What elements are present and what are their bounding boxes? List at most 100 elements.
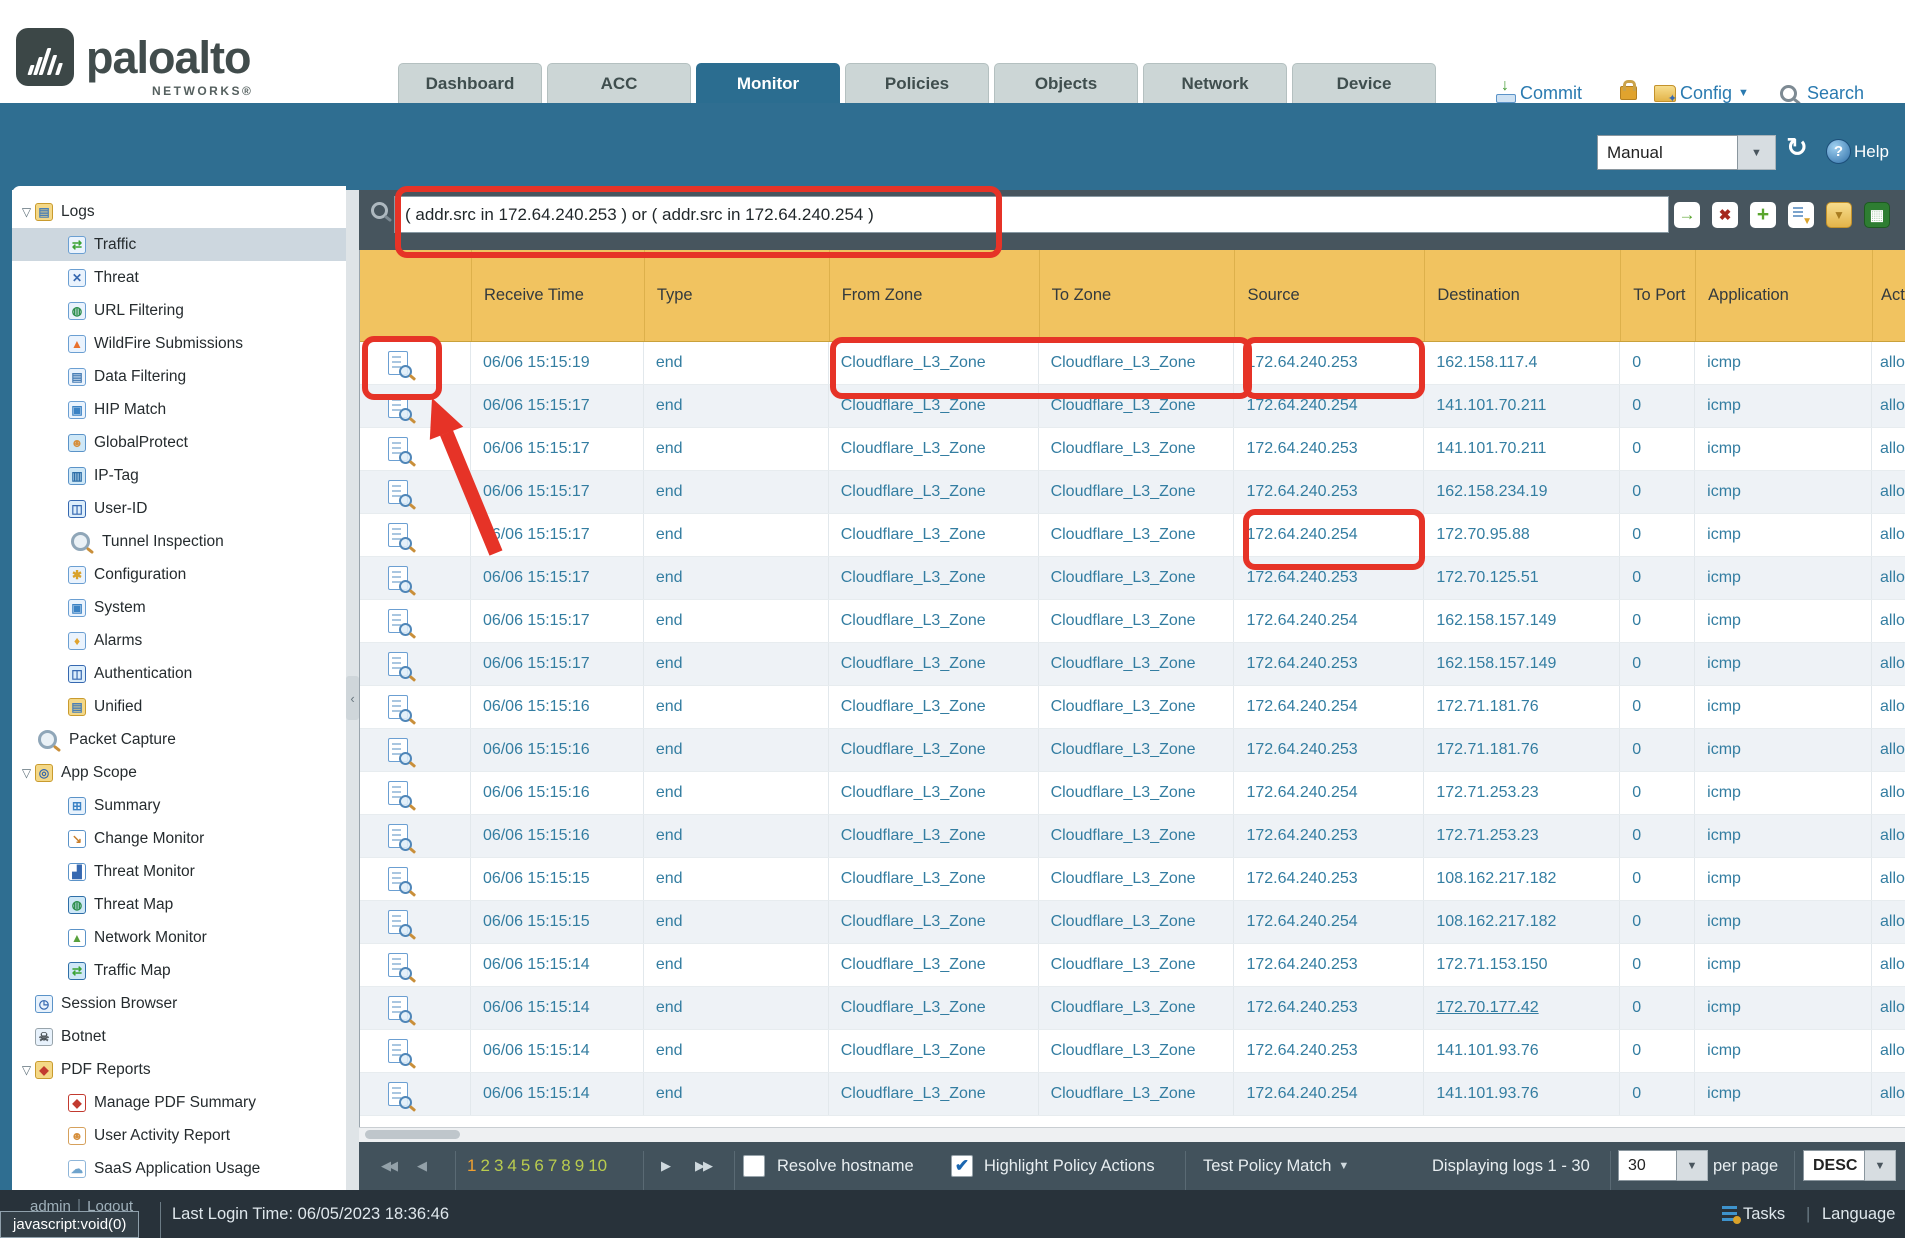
sidebar-item-system[interactable]: ▣System	[12, 591, 346, 624]
table-row[interactable]: 06/06 15:15:14endCloudflare_L3_ZoneCloud…	[360, 944, 1905, 987]
sidebar-item-data-filtering[interactable]: ▤Data Filtering	[12, 360, 346, 393]
column-header-detail[interactable]	[360, 250, 471, 341]
table-row[interactable]: 06/06 15:15:17endCloudflare_L3_ZoneCloud…	[360, 600, 1905, 643]
sidebar-item-logs[interactable]: ▽▤Logs	[12, 195, 346, 228]
table-row[interactable]: 06/06 15:15:14endCloudflare_L3_ZoneCloud…	[360, 1073, 1905, 1116]
tab-network[interactable]: Network	[1143, 63, 1287, 103]
last-page-button[interactable]: ▶▶	[695, 1142, 711, 1190]
table-row[interactable]: 06/06 15:15:16endCloudflare_L3_ZoneCloud…	[360, 729, 1905, 772]
log-detail-icon[interactable]	[388, 652, 408, 676]
page-number-6[interactable]: 6	[534, 1156, 543, 1176]
sidebar-item-threat-monitor[interactable]: ▟Threat Monitor	[12, 855, 346, 888]
sidebar-item-traffic-map[interactable]: ⇄Traffic Map	[12, 954, 346, 987]
clear-filter-icon[interactable]: ✖	[1712, 202, 1738, 228]
tab-monitor[interactable]: Monitor	[696, 63, 840, 103]
column-header-type[interactable]: Type	[644, 250, 829, 341]
next-page-button[interactable]: ▶	[661, 1142, 669, 1190]
page-number-4[interactable]: 4	[507, 1156, 516, 1176]
column-header-to-port[interactable]: To Port	[1620, 250, 1695, 341]
log-detail-icon[interactable]	[388, 480, 408, 504]
sidebar-item-summary[interactable]: ⊞Summary	[12, 789, 346, 822]
sidebar-item-saas-application-usage[interactable]: ☁SaaS Application Usage	[12, 1152, 346, 1185]
sidebar-item-user-id[interactable]: ◫User-ID	[12, 492, 346, 525]
refresh-mode-dropdown-arrow[interactable]: ▼	[1738, 135, 1776, 170]
add-filter-icon[interactable]: +	[1750, 202, 1776, 228]
sidebar-item-user-activity-report[interactable]: ☻User Activity Report	[12, 1119, 346, 1152]
tab-device[interactable]: Device	[1292, 63, 1436, 103]
page-number-1[interactable]: 1	[467, 1156, 476, 1176]
cell-destination[interactable]: 172.70.177.42	[1424, 987, 1620, 1029]
page-number-7[interactable]: 7	[548, 1156, 557, 1176]
page-number-8[interactable]: 8	[561, 1156, 570, 1176]
log-detail-icon[interactable]	[388, 523, 408, 547]
table-row[interactable]: 06/06 15:15:17endCloudflare_L3_ZoneCloud…	[360, 385, 1905, 428]
expand-caret-icon[interactable]: ▽	[18, 205, 35, 219]
sidebar-item-ip-tag[interactable]: ▥IP-Tag	[12, 459, 346, 492]
tab-objects[interactable]: Objects	[994, 63, 1138, 103]
refresh-icon[interactable]: ↻	[1786, 133, 1808, 163]
column-header-to-zone[interactable]: To Zone	[1039, 250, 1235, 341]
help-button[interactable]: ? Help	[1826, 139, 1889, 164]
table-row[interactable]: 06/06 15:15:16endCloudflare_L3_ZoneCloud…	[360, 772, 1905, 815]
column-header-source[interactable]: Source	[1234, 250, 1424, 341]
sort-order-dropdown-arrow[interactable]: ▼	[1865, 1150, 1896, 1181]
first-page-button[interactable]: ◀◀	[381, 1142, 395, 1190]
log-detail-icon[interactable]	[388, 781, 408, 805]
sidebar-item-hip-match[interactable]: ▣HIP Match	[12, 393, 346, 426]
log-detail-icon[interactable]	[388, 867, 408, 891]
sort-order-select[interactable]: DESC ▼	[1803, 1150, 1896, 1181]
page-number-2[interactable]: 2	[480, 1156, 489, 1176]
sidebar-item-configuration[interactable]: ✱Configuration	[12, 558, 346, 591]
load-filter-icon[interactable]	[1826, 202, 1852, 228]
log-detail-icon[interactable]	[388, 910, 408, 934]
tab-acc[interactable]: ACC	[547, 63, 691, 103]
sidebar-item-unified[interactable]: ▤Unified	[12, 690, 346, 723]
sidebar-collapse-handle[interactable]: ‹	[346, 676, 359, 720]
table-row[interactable]: 06/06 15:15:16endCloudflare_L3_ZoneCloud…	[360, 686, 1905, 729]
log-filter-input[interactable]	[394, 196, 1669, 233]
sidebar-item-threat-map[interactable]: ◍Threat Map	[12, 888, 346, 921]
page-number-5[interactable]: 5	[521, 1156, 530, 1176]
table-row[interactable]: 06/06 15:15:17endCloudflare_L3_ZoneCloud…	[360, 514, 1905, 557]
column-header-action[interactable]: Action	[1872, 250, 1905, 341]
prev-page-button[interactable]: ◀	[417, 1142, 424, 1190]
highlight-policy-actions-checkbox[interactable]	[951, 1155, 973, 1177]
table-row[interactable]: 06/06 15:15:17endCloudflare_L3_ZoneCloud…	[360, 557, 1905, 600]
tasks-button[interactable]: Tasks	[1722, 1190, 1785, 1238]
log-detail-icon[interactable]	[388, 953, 408, 977]
page-number-10[interactable]: 10	[588, 1156, 607, 1176]
table-row[interactable]: 06/06 15:15:15endCloudflare_L3_ZoneCloud…	[360, 901, 1905, 944]
log-detail-icon[interactable]	[388, 437, 408, 461]
horizontal-scrollbar-thumb[interactable]	[365, 1130, 460, 1139]
table-row[interactable]: 06/06 15:15:14endCloudflare_L3_ZoneCloud…	[360, 1030, 1905, 1073]
expand-caret-icon[interactable]: ▽	[18, 1063, 35, 1077]
tab-policies[interactable]: Policies	[845, 63, 989, 103]
sidebar-item-session-browser[interactable]: ◷Session Browser	[12, 987, 346, 1020]
table-row[interactable]: 06/06 15:15:16endCloudflare_L3_ZoneCloud…	[360, 815, 1905, 858]
per-page-dropdown-arrow[interactable]: ▼	[1677, 1150, 1708, 1181]
filter-builder-icon[interactable]	[1788, 202, 1814, 228]
log-detail-icon[interactable]	[388, 609, 408, 633]
page-number-3[interactable]: 3	[494, 1156, 503, 1176]
table-row[interactable]: 06/06 15:15:19endCloudflare_L3_ZoneCloud…	[360, 342, 1905, 385]
column-header-receive-time[interactable]: Receive Time	[471, 250, 644, 341]
log-detail-icon[interactable]	[388, 566, 408, 590]
sidebar-item-authentication[interactable]: ◫Authentication	[12, 657, 346, 690]
table-row[interactable]: 06/06 15:15:14endCloudflare_L3_ZoneCloud…	[360, 987, 1905, 1030]
column-header-application[interactable]: Application	[1695, 250, 1872, 341]
sidebar-item-threat[interactable]: ✕Threat	[12, 261, 346, 294]
column-header-destination[interactable]: Destination	[1424, 250, 1620, 341]
sidebar-item-traffic[interactable]: ⇄Traffic	[12, 228, 346, 261]
export-icon[interactable]: ▦	[1864, 202, 1890, 228]
log-detail-icon[interactable]	[388, 996, 408, 1020]
page-number-9[interactable]: 9	[575, 1156, 584, 1176]
sidebar-item-tunnel-inspection[interactable]: Tunnel Inspection	[12, 525, 346, 558]
log-detail-icon[interactable]	[388, 695, 408, 719]
apply-filter-icon[interactable]: →	[1674, 202, 1700, 228]
sidebar-item-globalprotect[interactable]: ☻GlobalProtect	[12, 426, 346, 459]
sidebar-item-packet-capture[interactable]: Packet Capture	[12, 723, 346, 756]
refresh-mode-select[interactable]: Manual ▼	[1597, 135, 1776, 170]
resolve-hostname-checkbox[interactable]	[743, 1155, 765, 1177]
tab-dashboard[interactable]: Dashboard	[398, 63, 542, 103]
horizontal-scrollbar[interactable]	[359, 1127, 1905, 1142]
